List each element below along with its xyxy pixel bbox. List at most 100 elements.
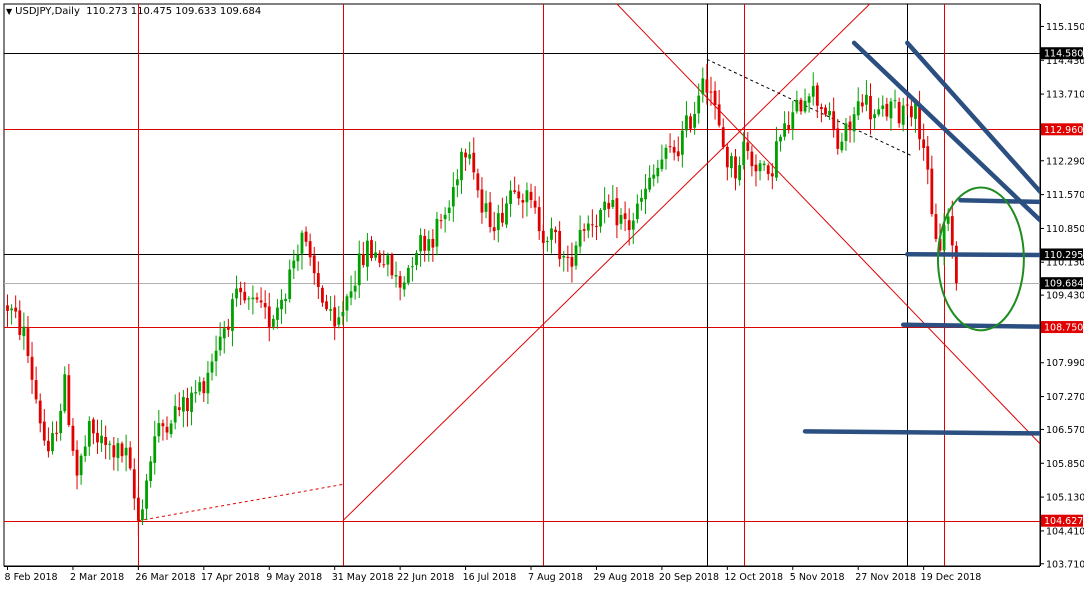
candle-body [914,103,917,119]
candle-body [198,382,202,392]
candle-body [603,201,607,210]
candle-body [280,299,283,310]
candle-body [218,336,222,351]
candle-body [860,102,864,107]
candle-body [713,90,717,106]
y-tick-label: 106.570 [1046,425,1084,436]
x-tick-label: 27 Nov 2018 [855,572,916,583]
candle-body [415,252,418,266]
candle-body [905,104,909,106]
candle-body [141,509,144,521]
candle-body [157,423,161,437]
candle-body [631,220,635,230]
candle-body [607,202,611,209]
candle-body [840,141,844,151]
candle-body [87,420,91,447]
candle-body [406,267,410,283]
candle-body [431,238,435,248]
candle-body [550,228,553,240]
candle-body [419,235,422,252]
candle-body [456,179,459,186]
candle-body [42,421,46,441]
price-chart[interactable]: 115.150114.430113.710112.290111.570110.8… [0,0,1084,589]
candle-body [525,190,529,203]
candle-body [627,220,631,231]
trend-line [616,4,1040,445]
candle-body [664,147,668,159]
candle-body [644,188,647,200]
candle-body [492,227,496,232]
candle-body [386,255,390,265]
candle-body [578,229,582,247]
candle-body [803,100,807,112]
x-tick-label: 9 May 2018 [266,572,322,583]
candle-body [366,240,369,267]
y-tick-label: 104.410 [1046,526,1084,537]
y-tick-label: 109.430 [1046,291,1084,302]
candle-body [693,113,697,128]
candle-body [885,103,889,117]
candle-body [104,436,108,446]
candle-body [476,173,480,191]
candle-body [22,326,26,337]
price-label: 114.580 [1044,49,1083,60]
candle-body [63,374,67,412]
x-tick-label: 29 Aug 2018 [593,572,654,583]
candle-body [775,141,778,178]
candle-body [202,381,206,394]
candle-body [635,203,639,220]
candle-body [468,154,472,159]
candle-body [100,435,103,444]
candle-body [267,306,271,328]
candle-body [255,297,259,300]
x-tick-label: 5 Nov 2018 [790,572,845,583]
candle-body [472,152,476,173]
price-label: 112.960 [1044,125,1083,136]
candle-body [545,240,549,242]
candle-body [337,317,341,325]
candle-body [725,146,729,168]
candle-body [877,109,881,115]
candle-body [276,307,279,320]
candle-body [18,310,22,336]
candle-body [946,216,950,224]
price-label: 104.627 [1044,516,1083,527]
x-tick-label: 31 May 2018 [332,572,394,583]
candle-body [308,241,312,258]
drawn-blue-line [905,252,1040,258]
candle-body [96,432,99,443]
candle-body [353,285,357,292]
candle-body [329,309,333,311]
candle-body [901,105,905,125]
candle-body [611,199,615,207]
trend-line [138,483,343,522]
candle-body [394,274,398,277]
candle-body [746,142,750,151]
candle-body [75,449,79,476]
candle-body [6,305,9,311]
candle-body [186,397,189,412]
candle-body [296,254,300,262]
candle-body [554,229,557,233]
candle-body [284,298,288,302]
candle-body [615,198,619,226]
candle-body [71,425,75,451]
x-tick-label: 26 Mar 2018 [135,572,195,583]
y-tick-label: 103.710 [1046,559,1084,570]
candle-body [26,328,30,356]
candle-body [34,380,38,400]
candle-body [165,426,169,433]
candle-body [47,440,50,452]
candle-body [325,301,328,310]
chart-window[interactable]: ▼ USDJPY,Daily 110.273 110.475 109.633 10… [0,0,1084,589]
candle-body [922,139,926,148]
y-tick-label: 111.570 [1046,190,1084,201]
x-tick-label: 16 Jul 2018 [463,572,517,583]
candle-body [697,95,701,114]
candle-body [464,152,467,158]
candle-body [488,202,492,228]
candle-body [149,461,153,482]
candle-body [451,186,455,207]
candle-body [856,101,860,116]
drawn-blue-line [802,429,1040,436]
